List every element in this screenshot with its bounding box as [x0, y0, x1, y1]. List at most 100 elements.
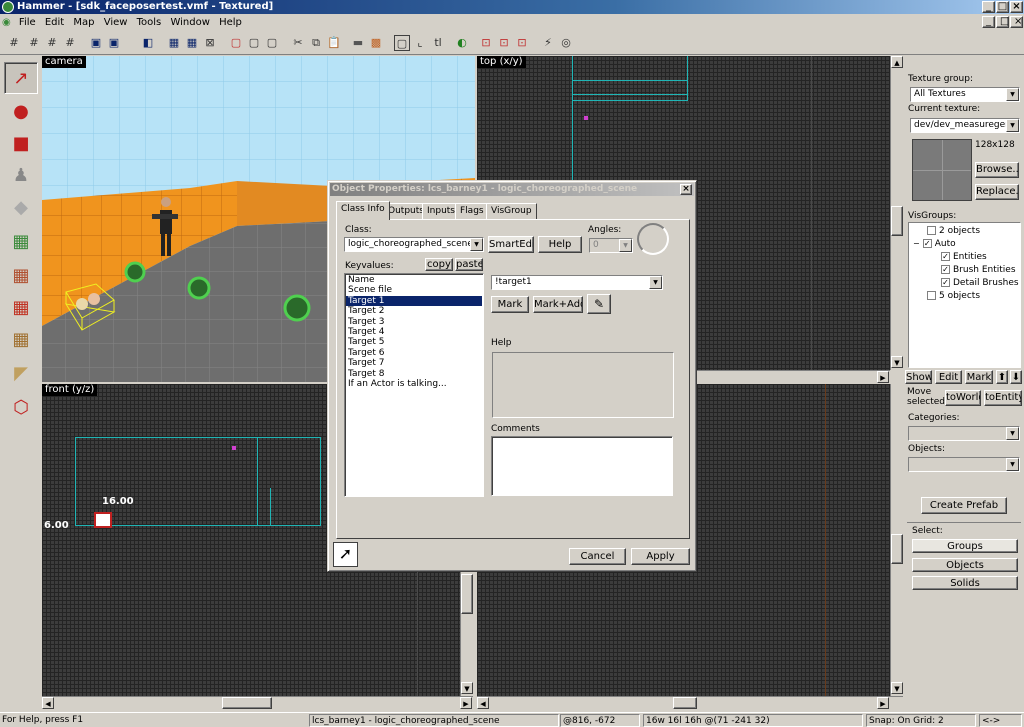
scroll-thumb[interactable] — [891, 206, 903, 236]
texture-lock-icon[interactable]: ▦ — [166, 35, 182, 51]
menu-help[interactable]: Help — [216, 14, 245, 31]
categories-dropdown[interactable]: ▼ — [908, 426, 1020, 441]
map-check-icon[interactable]: ▩ — [368, 35, 384, 51]
radius-culling-icon[interactable]: ◐ — [454, 35, 470, 51]
angles-dropdown[interactable]: 0 ▼ — [589, 238, 633, 253]
current-texture-dropdown[interactable]: dev/dev_measuregene ▼ — [910, 118, 1020, 133]
chevron-down-icon[interactable]: ▼ — [1006, 119, 1019, 132]
to-entity-button[interactable]: toEntity — [984, 390, 1022, 406]
ungroup-icon[interactable]: ▣ — [106, 35, 122, 51]
close-button[interactable]: × — [1010, 1, 1023, 13]
move-up-icon[interactable]: ⬆ — [996, 370, 1008, 384]
scroll-down-icon[interactable]: ▼ — [461, 682, 473, 694]
chevron-down-icon[interactable]: ▼ — [1006, 88, 1019, 101]
side-hscrollbar[interactable]: ◀ ▶ — [477, 696, 903, 709]
chevron-down-icon[interactable]: ▼ — [1006, 427, 1019, 440]
doc-close-button[interactable]: × — [1010, 16, 1023, 28]
checkbox-icon[interactable]: ✓ — [941, 278, 950, 287]
chevron-down-icon[interactable]: ▼ — [619, 239, 632, 252]
scroll-left-icon[interactable]: ◀ — [477, 697, 489, 709]
checkbox-icon[interactable] — [927, 291, 936, 300]
scroll-left-icon[interactable]: ◀ — [42, 697, 54, 709]
create-prefab-button[interactable]: Create Prefab — [921, 497, 1007, 514]
visgroups-list[interactable]: 2 objects − ✓ Auto ✓ Entities ✓ Brush Entiti… — [908, 222, 1021, 368]
visgroup-item[interactable]: ✓ Brush Entities — [941, 265, 1016, 275]
top-viewport-label[interactable]: top (x/y) — [477, 56, 526, 68]
chevron-down-icon[interactable]: ▼ — [649, 276, 662, 289]
texture-scale-icon[interactable]: ▦ — [184, 35, 200, 51]
objects-button[interactable]: Objects — [912, 558, 1018, 572]
menu-file[interactable]: File — [16, 14, 39, 31]
minimize-button[interactable]: _ — [982, 1, 995, 13]
scroll-down-icon[interactable]: ▼ — [891, 356, 903, 368]
scroll-right-icon[interactable]: ▶ — [877, 697, 889, 709]
scroll-down-icon[interactable]: ▼ — [891, 682, 903, 694]
menu-map[interactable]: Map — [70, 14, 97, 31]
list-item[interactable]: Target 2 — [346, 306, 482, 316]
copy-icon[interactable]: ⧉ — [308, 35, 324, 51]
mark-add-button[interactable]: Mark+Add — [533, 296, 583, 313]
chevron-down-icon[interactable]: ▼ — [1006, 458, 1019, 471]
tab-visgroup[interactable]: VisGroup — [486, 203, 537, 219]
list-item-selected[interactable]: Target 1 — [346, 295, 482, 307]
list-item[interactable]: Target 5 — [346, 337, 482, 347]
list-item[interactable]: Target 7 — [346, 358, 482, 368]
menu-window[interactable]: Window — [167, 14, 212, 31]
comments-textarea[interactable] — [491, 436, 673, 496]
apply-texture-icon[interactable]: ▦ — [4, 260, 38, 292]
tab-class-info[interactable]: Class Info — [336, 201, 390, 220]
carve-icon[interactable]: ▢ — [228, 35, 244, 51]
texture-group-dropdown[interactable]: All Textures ▼ — [910, 87, 1020, 102]
visgroup-item[interactable]: ✓ Detail Brushes — [941, 278, 1019, 288]
cordon-edit-icon[interactable]: ⊡ — [496, 35, 512, 51]
grid-toggle-icon[interactable]: # — [6, 35, 22, 51]
visgroup-item[interactable]: ✓ Entities — [941, 252, 987, 262]
brush-icon[interactable]: ▬ — [350, 35, 366, 51]
menu-edit[interactable]: Edit — [42, 14, 67, 31]
menu-view[interactable]: View — [101, 14, 131, 31]
browse-button[interactable]: Browse... — [975, 162, 1019, 178]
vertex-tool-icon[interactable]: ⬡ — [4, 392, 38, 424]
cancel-button[interactable]: Cancel — [569, 548, 626, 565]
document-icon[interactable]: ◉ — [0, 14, 13, 31]
maximize-button[interactable]: □ — [996, 1, 1009, 13]
decal-tool-icon[interactable]: ▦ — [4, 292, 38, 324]
keyvalues-list[interactable]: Name Scene file Target 1 Target 2 Target… — [344, 273, 484, 497]
grid-smaller-icon[interactable]: # — [44, 35, 60, 51]
cordon-icon[interactable]: ⊡ — [478, 35, 494, 51]
scroll-thumb[interactable] — [673, 697, 697, 709]
list-item[interactable]: Name — [346, 275, 482, 285]
toggle-helpers-icon[interactable]: ⌞ — [412, 35, 428, 51]
hide-selected-icon[interactable]: ◧ — [140, 35, 156, 51]
chevron-down-icon[interactable]: ▼ — [470, 238, 483, 251]
scroll-right-icon[interactable]: ▶ — [460, 697, 472, 709]
menu-tools[interactable]: Tools — [134, 14, 165, 31]
list-item[interactable]: Target 6 — [346, 348, 482, 358]
objects-dropdown[interactable]: ▼ — [908, 457, 1020, 472]
tree-expander-icon[interactable]: − — [913, 239, 920, 248]
paste-icon[interactable]: 📋 — [326, 35, 342, 51]
checkbox-icon[interactable]: ✓ — [941, 265, 950, 274]
run-map-icon[interactable]: ◎ — [558, 35, 574, 51]
clipping-tool-icon[interactable]: ◤ — [4, 358, 38, 390]
apply-button[interactable]: Apply — [631, 548, 690, 565]
mark-button[interactable]: Mark — [965, 370, 993, 384]
paste-button[interactable]: paste — [455, 258, 483, 271]
list-item[interactable]: Target 4 — [346, 327, 482, 337]
checkbox-icon[interactable]: ✓ — [922, 239, 932, 248]
checkbox-icon[interactable] — [927, 226, 936, 235]
copy-button[interactable]: copy — [425, 258, 453, 271]
groups-button[interactable]: Groups — [912, 539, 1018, 553]
cordon-toggle-icon[interactable]: ⊡ — [514, 35, 530, 51]
scroll-thumb[interactable] — [461, 574, 473, 614]
checkbox-icon[interactable]: ✓ — [941, 252, 950, 261]
smartedit-toggle[interactable]: SmartEdit — [488, 236, 534, 253]
toggle-models-icon[interactable]: tl — [430, 35, 446, 51]
tab-flags[interactable]: Flags — [455, 203, 489, 219]
visgroup-item[interactable]: 2 objects — [927, 226, 980, 236]
magnify-tool-icon[interactable]: ● — [4, 96, 38, 128]
cut-icon[interactable]: ✂ — [290, 35, 306, 51]
show-button[interactable]: Show — [905, 370, 932, 384]
to-world-button[interactable]: toWorld — [945, 390, 981, 406]
list-item[interactable]: Target 8 — [346, 369, 482, 379]
